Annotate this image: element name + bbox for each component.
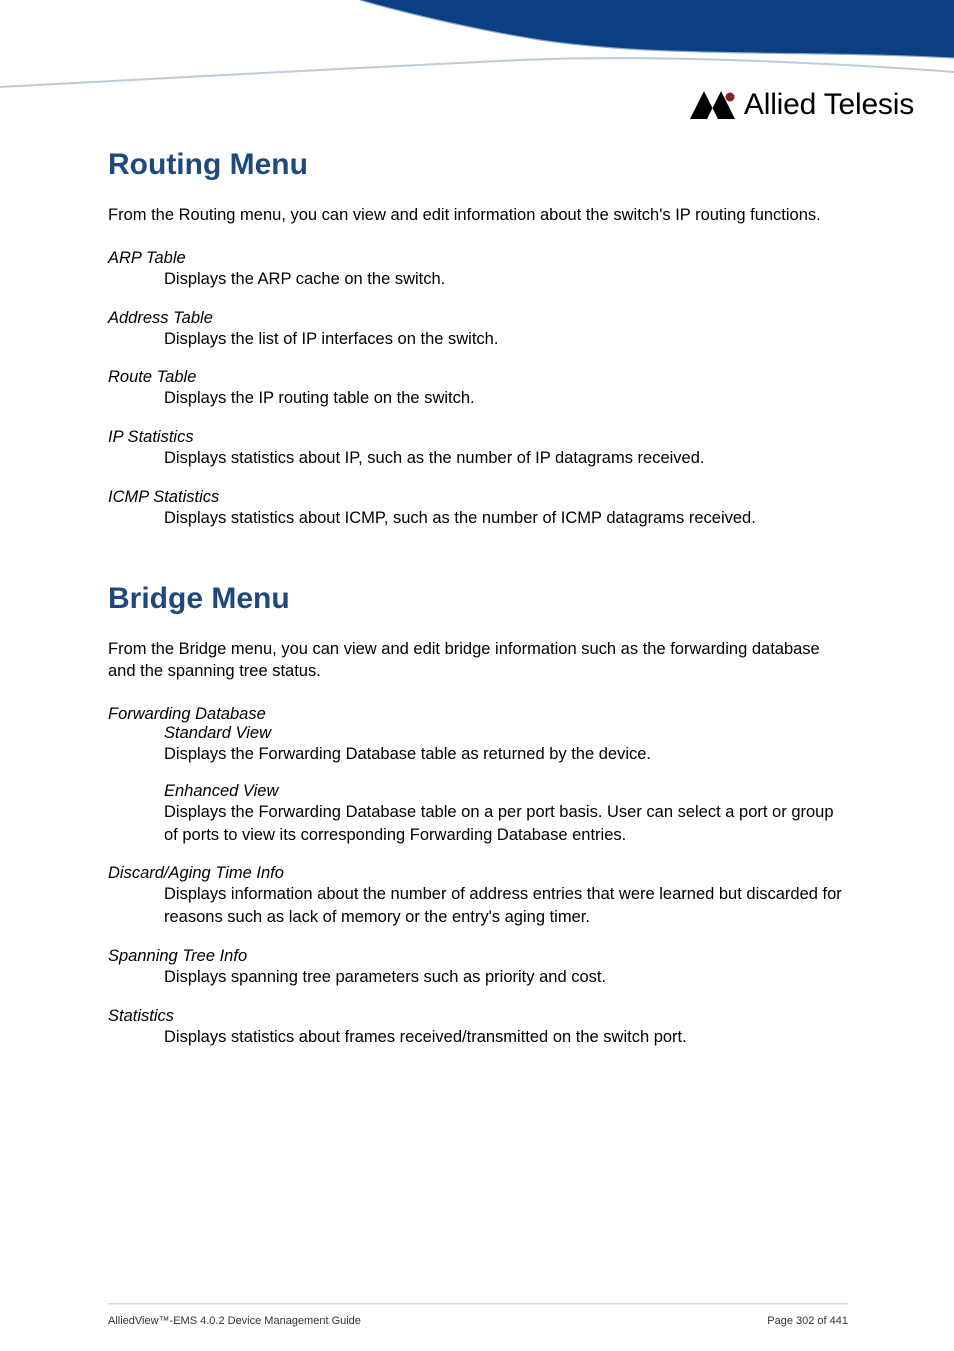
desc-ip-statistics: Displays statistics about IP, such as th… (164, 447, 848, 470)
routing-item: Address Table Displays the list of IP in… (108, 309, 848, 351)
desc-statistics: Displays statistics about frames receive… (164, 1026, 848, 1049)
term-icmp-statistics: ICMP Statistics (108, 488, 848, 507)
term-address-table: Address Table (108, 309, 848, 328)
routing-item: IP Statistics Displays statistics about … (108, 428, 848, 470)
page-footer: AlliedView™-EMS 4.0.2 Device Management … (108, 1315, 848, 1327)
term-spanning-tree: Spanning Tree Info (108, 947, 848, 966)
footer-divider (108, 1303, 848, 1304)
brand-mark-icon (690, 91, 736, 119)
content-body: Routing Menu From the Routing menu, you … (108, 148, 848, 1048)
subdesc-standard-view: Displays the Forwarding Database table a… (164, 743, 848, 766)
bridge-item-spanning: Spanning Tree Info Displays spanning tre… (108, 947, 848, 989)
bridge-item-discard: Discard/Aging Time Info Displays informa… (108, 864, 848, 929)
routing-item: ARP Table Displays the ARP cache on the … (108, 249, 848, 291)
bridge-item-fdb: Forwarding Database Standard View Displa… (108, 705, 848, 846)
term-forwarding-database: Forwarding Database (108, 705, 848, 724)
desc-arp-table: Displays the ARP cache on the switch. (164, 268, 848, 291)
routing-heading: Routing Menu (108, 148, 848, 182)
desc-spanning-tree: Displays spanning tree parameters such a… (164, 966, 848, 989)
desc-address-table: Displays the list of IP interfaces on th… (164, 328, 848, 351)
bridge-item-statistics: Statistics Displays statistics about fra… (108, 1007, 848, 1049)
term-ip-statistics: IP Statistics (108, 428, 848, 447)
bridge-intro: From the Bridge menu, you can view and e… (108, 638, 848, 684)
subterm-standard-view: Standard View (164, 724, 848, 743)
page: Allied Telesis Routing Menu From the Rou… (0, 0, 954, 1351)
subterm-enhanced-view: Enhanced View (164, 782, 848, 801)
brand-logo: Allied Telesis (690, 88, 914, 122)
term-route-table: Route Table (108, 368, 848, 387)
bridge-heading: Bridge Menu (108, 582, 848, 616)
term-arp-table: ARP Table (108, 249, 848, 268)
brand-name: Allied Telesis (744, 88, 914, 122)
desc-discard-aging: Displays information about the number of… (164, 883, 848, 929)
term-discard-aging: Discard/Aging Time Info (108, 864, 848, 883)
routing-item: ICMP Statistics Displays statistics abou… (108, 488, 848, 530)
desc-icmp-statistics: Displays statistics about ICMP, such as … (164, 507, 848, 530)
routing-item: Route Table Displays the IP routing tabl… (108, 368, 848, 410)
footer-right: Page 302 of 441 (767, 1315, 848, 1327)
desc-route-table: Displays the IP routing table on the swi… (164, 387, 848, 410)
footer-left: AlliedView™-EMS 4.0.2 Device Management … (108, 1315, 361, 1327)
subdesc-enhanced-view: Displays the Forwarding Database table o… (164, 801, 848, 847)
term-statistics: Statistics (108, 1007, 848, 1026)
routing-intro: From the Routing menu, you can view and … (108, 204, 848, 227)
